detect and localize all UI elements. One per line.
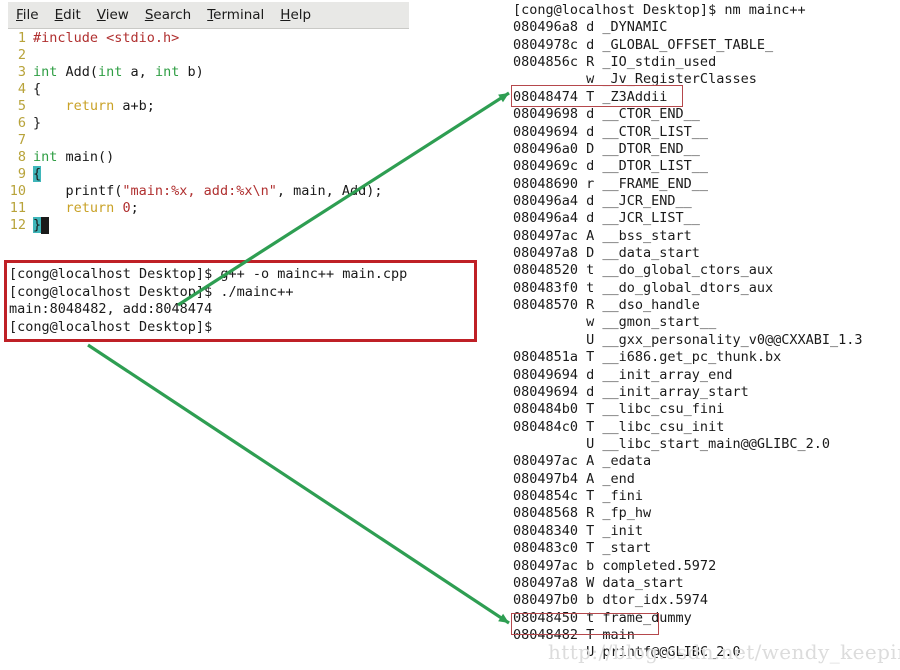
menu-rest-terminal: erminal (213, 7, 265, 23)
code-line-text: { (33, 166, 42, 182)
line-number: 8 (17, 149, 26, 165)
menu-item-search[interactable]: Search (145, 7, 191, 23)
line-number: 10 (9, 183, 26, 199)
nm-symbol-row: 080483c0 T _start (513, 540, 652, 557)
terminal-line: main:8048482, add:8048474 (9, 301, 213, 317)
nm-symbol-row: 08048340 T _init (513, 522, 644, 539)
terminal-line: [cong@localhost Desktop]$ ./mainc++ (9, 283, 294, 300)
nm-output-listing: [cong@localhost Desktop]$ nm mainc++ 0804… (513, 2, 863, 662)
code-line-text: #include <stdio.h> (33, 30, 180, 46)
nm-symbol-row: 08048570 R __dso_handle (513, 297, 700, 314)
nm-symbol-row: 080496a4 d __JCR_LIST__ (513, 210, 700, 227)
menu-rest-search: earch (153, 7, 192, 23)
menu-item-view[interactable]: View (97, 7, 129, 23)
code-line-text: } (33, 115, 42, 131)
nm-symbol-row: 08048690 r __FRAME_END__ (513, 175, 709, 192)
nm-symbol-row: 080496a8 d _DYNAMIC (513, 19, 668, 36)
code-line: 11 return 0; (0, 200, 500, 217)
nm-symbol-row: 080497ac A _edata (513, 453, 652, 470)
menu-mnemonic-view: V (96, 7, 106, 23)
line-number: 6 (17, 115, 26, 131)
line-number: 4 (17, 81, 26, 97)
code-line-text: printf("main:%x, add:%x\n", main, Add); (33, 183, 383, 199)
nm-symbol-row: 080497ac b completed.5972 (513, 557, 717, 574)
line-number: 2 (17, 47, 26, 63)
nm-symbol-row: 0804969c d __DTOR_LIST__ (513, 158, 709, 175)
menu-rest-file: ile (22, 7, 39, 23)
code-line: 1 #include <stdio.h> (0, 30, 500, 47)
code-line-text: return 0; (65, 200, 139, 216)
nm-symbol-row: 080483f0 t __do_global_dtors_aux (513, 279, 774, 296)
line-number: 12 (9, 217, 26, 233)
menu-item-help[interactable]: Help (280, 7, 311, 23)
code-line: 12} (0, 217, 500, 234)
nm-symbol-row: 080496a4 d __JCR_END__ (513, 192, 692, 209)
nm-symbol-row: 08049694 d __init_array_end (513, 366, 733, 383)
menu-item-terminal[interactable]: Terminal (207, 7, 264, 23)
code-line-text: int Add(int a, int b) (33, 64, 204, 80)
code-line: 8 int main() (0, 149, 500, 166)
nm-symbol-row: 0804854c T _fini (513, 488, 644, 505)
code-editor-window: File Edit View Search Terminal Help 1 #in… (0, 0, 500, 250)
menu-rest-view: iew (105, 7, 129, 23)
watermark-text: http://blog.csdn.net/wendy_keeping (548, 640, 900, 664)
nm-symbol-row: U __libc_start_main@@GLIBC_2.0 (513, 435, 830, 452)
main-address-arrow-head (498, 613, 509, 623)
code-line: 2 (0, 47, 500, 64)
menu-bar: File Edit View Search Terminal Help (8, 2, 409, 29)
code-line: 5 return a+b; (0, 98, 500, 115)
code-area[interactable]: 1 #include <stdio.h> 2 3 int Add(int a, int … (0, 30, 500, 245)
code-line: 3 int Add(int a, int b) (0, 64, 500, 81)
menu-rest-help: elp (290, 7, 312, 23)
menu-mnemonic-file: F (16, 7, 23, 23)
main-address-arrow (87, 343, 510, 625)
menu-item-edit[interactable]: Edit (55, 7, 81, 23)
nm-symbol-row: 08048474 T _Z3Addii (513, 88, 668, 105)
nm-symbol-row: 080496a0 D __DTOR_END__ (513, 140, 700, 157)
nm-symbol-row: 08048568 R _fp_hw (513, 505, 652, 522)
nm-symbol-row: 08049694 d __CTOR_LIST__ (513, 123, 709, 140)
menu-item-file[interactable]: File (16, 7, 39, 23)
line-number: 1 (17, 30, 26, 46)
code-line: 9{ (0, 166, 500, 183)
nm-symbol-row: w _Jv_RegisterClasses (513, 71, 757, 88)
menu-mnemonic-help: H (280, 7, 291, 23)
nm-symbol-row: w __gmon_start__ (513, 314, 717, 331)
nm-symbol-row: 080484b0 T __libc_csu_fini (513, 401, 725, 418)
line-number: 11 (9, 200, 26, 216)
nm-symbol-row: 08049694 d __init_array_start (513, 383, 749, 400)
terminal-line: [cong@localhost Desktop]$ g++ -o mainc++… (9, 266, 408, 282)
code-line-text: { (33, 81, 42, 97)
code-line: 4{ (0, 81, 500, 98)
nm-symbol-row: 080497a8 D __data_start (513, 245, 700, 262)
code-line-text: int main() (33, 149, 115, 165)
menu-rest-edit: dit (63, 7, 81, 23)
nm-symbol-row: 080497ac A __bss_start (513, 227, 692, 244)
nm-symbol-row: 080497b4 A _end (513, 470, 635, 487)
code-line: 7 (0, 132, 500, 149)
code-line: 6} (0, 115, 500, 132)
nm-symbol-row: 0804978c d _GLOBAL_OFFSET_TABLE_ (513, 36, 774, 53)
nm-symbol-row: 08048520 t __do_global_ctors_aux (513, 262, 774, 279)
nm-command-prompt: [cong@localhost Desktop]$ nm mainc++ (513, 2, 806, 18)
nm-symbol-row: 080497a8 W data_start (513, 574, 684, 591)
line-number: 3 (17, 64, 26, 80)
code-line-text: return a+b; (65, 98, 155, 114)
nm-symbol-row: 080497b0 b dtor_idx.5974 (513, 592, 709, 609)
nm-symbol-row: U __gxx_personality_v0@@CXXABI_1.3 (513, 331, 863, 348)
line-number: 7 (17, 132, 26, 148)
nm-symbol-row: 0804856c R _IO_stdin_used (513, 54, 717, 71)
nm-symbol-row: 08049698 d __CTOR_END__ (513, 106, 700, 123)
nm-symbol-row: 0804851a T __i686.get_pc_thunk.bx (513, 349, 782, 366)
menu-mnemonic-edit: E (54, 7, 64, 23)
code-line-text: } (26, 217, 50, 234)
nm-symbol-row: 08048450 t frame_dummy (513, 609, 692, 626)
terminal-line: [cong@localhost Desktop]$ (9, 318, 213, 335)
line-number: 5 (17, 98, 26, 114)
line-number: 9 (17, 166, 26, 182)
nm-symbol-row: 080484c0 T __libc_csu_init (513, 418, 725, 435)
code-line: 10 printf("main:%x, add:%x\n", main, Add… (0, 183, 500, 200)
terminal-output-text: [cong@localhost Desktop]$ g++ -o mainc++… (9, 266, 407, 336)
